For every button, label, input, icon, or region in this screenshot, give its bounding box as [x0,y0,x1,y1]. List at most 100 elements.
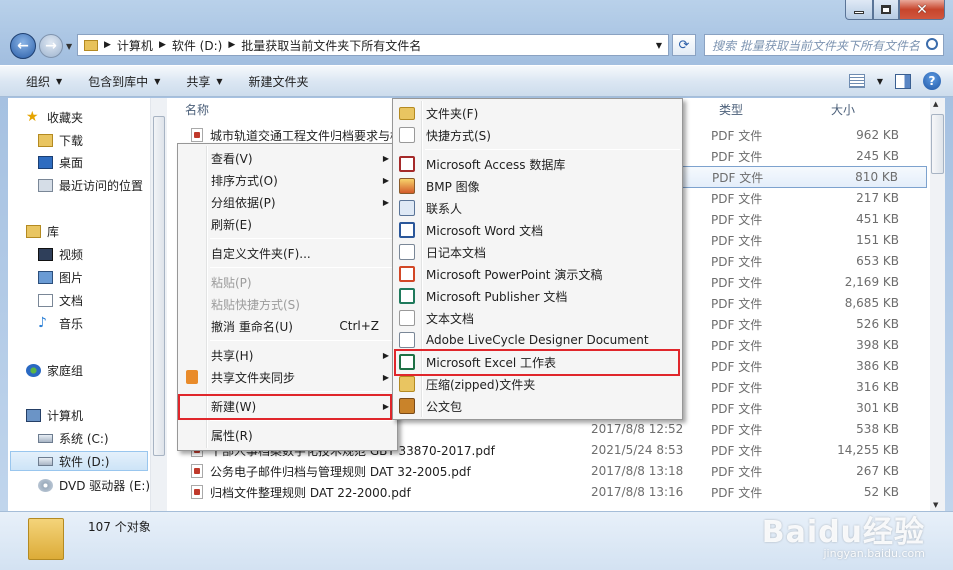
nav-downloads[interactable]: 下载 [38,130,83,150]
menu-item-view[interactable]: 查看(V) ▶ [178,147,397,169]
dvd-drive-icon [38,478,53,492]
menu-item-sort[interactable]: 排序方式(O) ▶ [178,169,397,191]
file-name-text: 归档文件整理规则 DAT 22-2000.pdf [210,485,411,500]
nav-documents[interactable]: 文档 [38,290,83,310]
nav-recent[interactable]: 最近访问的位置 [38,175,143,195]
recent-places-icon [38,178,53,192]
forward-button[interactable]: → [39,34,63,58]
file-size: 386 KB [856,359,899,373]
navigation-pane: ★ 收藏夹 下载 桌面 最近访问的位置 库 视频 图片 文档 ♪ 音乐 家庭组 计算… [8,98,150,511]
search-input[interactable]: 搜索 批量获取当前文件夹下所有文件名 [704,34,944,56]
preview-pane-icon[interactable] [895,73,911,89]
new-powerpoint-item[interactable]: Microsoft PowerPoint 演示文稿 [393,263,682,285]
chevron-right-icon[interactable]: ▶ [159,40,166,50]
nav-computer[interactable]: 计算机 [26,405,83,425]
new-shortcut-item[interactable]: 快捷方式(S) [393,124,682,146]
new-publisher-item[interactable]: Microsoft Publisher 文档 [393,285,682,307]
view-options-icon[interactable] [848,74,865,88]
new-access-item[interactable]: Microsoft Access 数据库 [393,153,682,175]
contact-icon [399,200,415,216]
chevron-right-icon[interactable]: ▶ [228,40,235,50]
help-icon[interactable]: ? [923,72,941,90]
new-journal-item[interactable]: 日记本文档 [393,241,682,263]
breadcrumb-current-folder[interactable]: 批量获取当前文件夹下所有文件名 [241,37,421,54]
chevron-right-icon[interactable]: ▶ [104,40,111,50]
nav-drive-e[interactable]: DVD 驱动器 (E:) [38,475,150,495]
menu-item-sync[interactable]: 共享文件夹同步 ▶ [178,366,397,388]
scroll-up-icon[interactable]: ▲ [933,100,938,108]
chevron-down-icon: ▼ [216,76,223,86]
include-in-library-button[interactable]: 包含到库中 ▼ [88,73,160,90]
maximize-button[interactable] [873,0,899,20]
menu-separator [210,267,395,268]
nav-label: 图片 [59,270,84,285]
scrollbar-thumb[interactable] [931,114,944,174]
new-briefcase-item[interactable]: 公文包 [393,395,682,417]
nav-pictures[interactable]: 图片 [38,267,83,287]
address-bar[interactable]: ▶ 计算机 ▶ 软件 (D:) ▶ 批量获取当前文件夹下所有文件名 ▼ [77,34,669,56]
close-icon: ✕ [916,1,928,18]
menu-item-refresh[interactable]: 刷新(E) [178,213,397,235]
document-icon [38,293,53,307]
new-text-item[interactable]: 文本文档 [393,307,682,329]
file-size: 451 KB [856,212,899,226]
nav-music[interactable]: ♪ 音乐 [38,313,83,333]
column-name[interactable]: 名称 [185,101,209,118]
new-bmp-item[interactable]: BMP 图像 [393,175,682,197]
new-folder-label: 新建文件夹 [248,74,309,89]
file-list-scrollbar[interactable]: ▲ ▼ [930,98,945,511]
menu-item-group[interactable]: 分组依据(P) ▶ [178,191,397,213]
column-size[interactable]: 大小 [831,101,855,118]
file-size: 398 KB [856,338,899,352]
new-word-item[interactable]: Microsoft Word 文档 [393,219,682,241]
new-zip-item[interactable]: 压缩(zipped)文件夹 [393,373,682,395]
new-folder-item[interactable]: 文件夹(F) [393,102,682,124]
minimize-button[interactable] [845,0,873,20]
menu-item-customize[interactable]: 自定义文件夹(F)... [178,242,397,264]
include-label: 包含到库中 [88,74,149,89]
new-livecycle-item[interactable]: Adobe LiveCycle Designer Document [393,329,682,351]
library-icon [26,224,41,238]
breadcrumb-computer[interactable]: 计算机 [117,37,153,54]
menu-label: 排序方式(O) [211,173,278,188]
nav-desktop[interactable]: 桌面 [38,152,83,172]
menu-item-undo[interactable]: 撤消 重命名(U) Ctrl+Z [178,315,397,337]
address-dropdown-icon[interactable]: ▼ [656,41,662,50]
new-folder-button[interactable]: 新建文件夹 [249,73,309,90]
file-size: 301 KB [856,401,899,415]
menu-item-paste: 粘贴(P) [178,271,397,293]
column-type[interactable]: 类型 [719,101,743,118]
livecycle-icon [399,332,415,348]
table-row[interactable]: 归档文件整理规则 DAT 22-2000.pdf 2017/8/8 13:16 PD… [191,481,927,503]
file-size: 8,685 KB [844,296,899,310]
nav-homegroup[interactable]: 家庭组 [26,360,83,380]
scroll-down-icon[interactable]: ▼ [933,501,938,509]
new-contact-item[interactable]: 联系人 [393,197,682,219]
menu-item-share[interactable]: 共享(H) ▶ [178,344,397,366]
nav-drive-c[interactable]: 系统 (C:) [38,428,109,448]
view-dropdown-icon[interactable]: ▼ [877,77,883,86]
view-controls: ▼ ? [848,72,941,90]
back-button[interactable]: ← [10,33,36,59]
scrollbar-thumb[interactable] [153,116,165,456]
table-row[interactable]: 公务电子邮件归档与管理规则 DAT 32-2005.pdf 2017/8/8 13… [191,460,927,482]
nav-drive-d[interactable]: 软件 (D:) [10,451,148,471]
nav-label: 视频 [59,247,84,262]
organize-button[interactable]: 组织 ▼ [26,73,62,90]
file-size: 526 KB [856,317,899,331]
menu-separator [210,420,395,421]
nav-libraries[interactable]: 库 [26,221,59,241]
menu-item-properties[interactable]: 属性(R) [178,424,397,446]
search-icon[interactable] [926,38,938,50]
refresh-button[interactable]: ⟳ [672,34,696,56]
recent-pages-dropdown-icon[interactable]: ▼ [66,42,72,51]
file-name-text: 城市轨道交通工程文件归档要求与档 [210,128,403,143]
drive-icon [38,456,53,466]
close-button[interactable]: ✕ [899,0,945,20]
nav-favorites[interactable]: ★ 收藏夹 [26,107,83,127]
breadcrumb-drive-d[interactable]: 软件 (D:) [172,37,222,54]
share-button[interactable]: 共享 ▼ [186,73,222,90]
nav-videos[interactable]: 视频 [38,244,83,264]
desktop-icon [38,155,53,169]
navigation-scrollbar[interactable] [150,98,167,511]
